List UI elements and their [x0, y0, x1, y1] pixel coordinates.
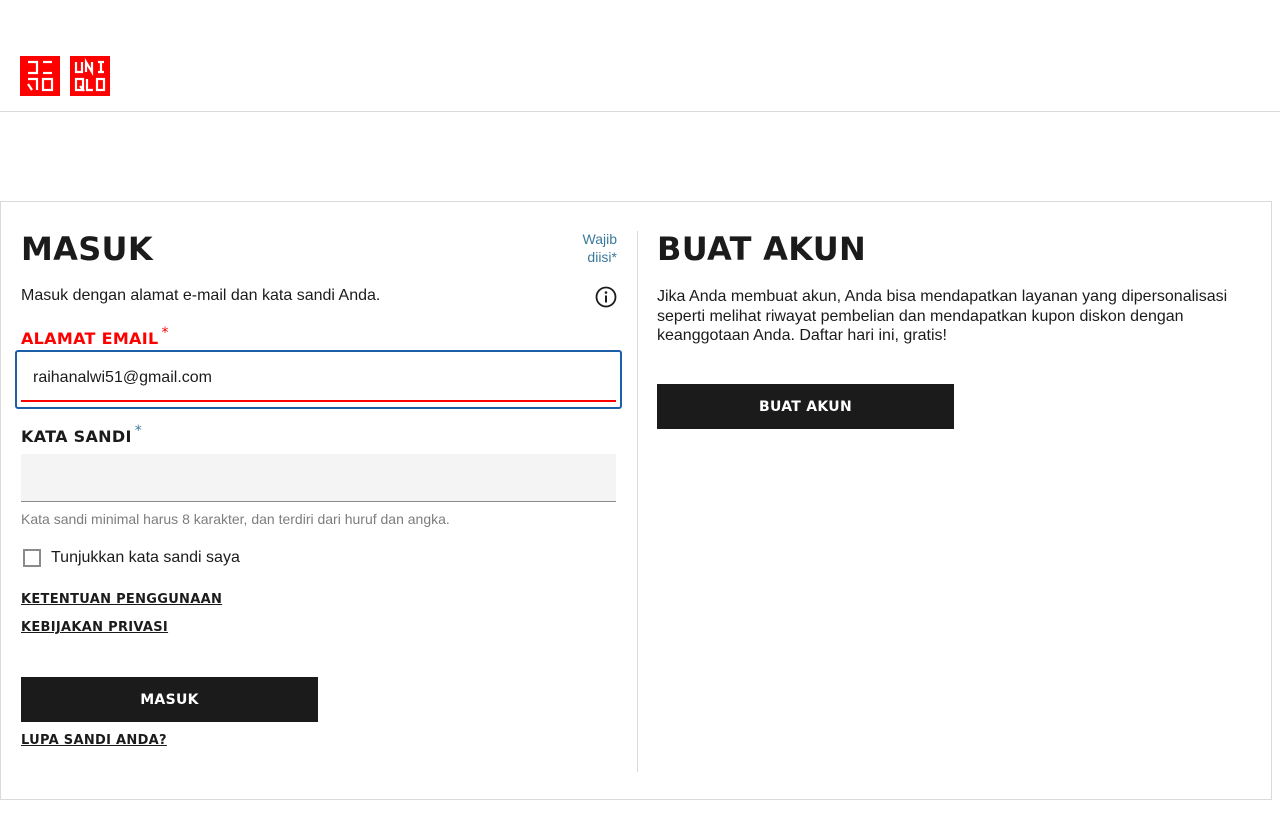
email-field-focus-ring	[15, 350, 622, 409]
email-label-text: ALAMAT EMAIL	[21, 329, 159, 348]
register-section: BUAT AKUN Jika Anda membuat akun, Anda b…	[657, 202, 1253, 799]
required-star: *	[611, 249, 617, 265]
show-password-checkbox[interactable]	[23, 549, 41, 567]
password-label: KATA SANDI *	[21, 423, 142, 446]
password-required-mark: *	[134, 423, 143, 439]
password-field[interactable]	[21, 454, 616, 502]
create-account-button[interactable]: BUAT AKUN	[657, 384, 954, 429]
site-header	[0, 0, 1280, 112]
email-field[interactable]	[21, 355, 616, 402]
terms-link[interactable]: KETENTUAN PENGGUNAAN	[21, 592, 222, 607]
email-label: ALAMAT EMAIL *	[21, 325, 169, 348]
show-password-label[interactable]: Tunjukkan kata sandi saya	[51, 549, 240, 567]
logo-katakana-box	[20, 56, 60, 96]
email-required-mark: *	[161, 325, 169, 341]
uniqlo-wordmark-icon	[74, 58, 106, 92]
column-divider	[637, 231, 638, 772]
password-label-text: KATA SANDI	[21, 427, 132, 446]
login-section: MASUK Wajib diisi* Masuk dengan alamat e…	[15, 202, 622, 799]
required-note: Wajib diisi*	[557, 230, 618, 266]
required-note-line1: Wajib	[582, 231, 618, 247]
logo-latin-box	[70, 56, 110, 96]
forgot-password-link[interactable]: LUPA SANDI ANDA?	[21, 733, 167, 748]
required-note-line2: diisi	[587, 249, 612, 265]
register-intro: Jika Anda membuat akun, Anda bisa mendap…	[657, 288, 1228, 344]
register-title: BUAT AKUN	[657, 230, 867, 268]
info-icon[interactable]	[595, 286, 617, 308]
login-title: MASUK	[21, 230, 153, 268]
privacy-link[interactable]: KEBIJAKAN PRIVASI	[21, 620, 168, 635]
password-hint: Kata sandi minimal harus 8 karakter, dan…	[21, 511, 450, 527]
login-button[interactable]: MASUK	[21, 677, 318, 722]
katakana-logo-icon	[27, 60, 54, 92]
login-intro: Masuk dengan alamat e-mail dan kata sand…	[21, 287, 381, 304]
login-register-card: MASUK Wajib diisi* Masuk dengan alamat e…	[0, 201, 1272, 800]
show-password-row[interactable]: Tunjukkan kata sandi saya	[23, 549, 240, 567]
uniqlo-logo[interactable]	[20, 56, 110, 96]
